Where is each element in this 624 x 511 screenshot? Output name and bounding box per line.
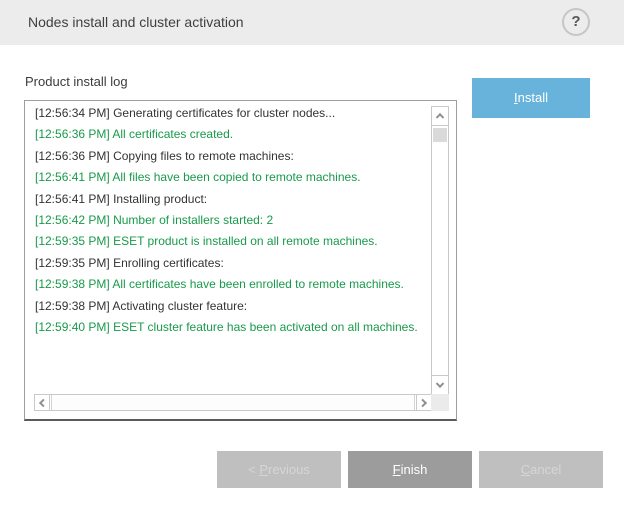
log-timestamp: [12:56:41 PM] — [35, 192, 110, 206]
log-message: Generating certificates for cluster node… — [113, 106, 335, 120]
finish-button[interactable]: Finish — [348, 451, 472, 488]
previous-button[interactable]: < Previous — [217, 451, 341, 488]
log-message: Activating cluster feature: — [112, 299, 247, 313]
log-timestamp: [12:59:35 PM] — [35, 256, 110, 270]
log-timestamp: [12:56:42 PM] — [35, 213, 110, 227]
log-entry: [12:56:41 PM] Installing product: — [35, 189, 445, 210]
log-entry: [12:56:36 PM] Copying files to remote ma… — [35, 146, 445, 167]
log-message: All certificates created. — [112, 127, 233, 141]
help-button[interactable]: ? — [562, 8, 590, 36]
cancel-button[interactable]: Cancel — [479, 451, 603, 488]
log-entry: [12:59:38 PM] All certificates have been… — [35, 274, 445, 295]
log-section-label: Product install log — [25, 74, 128, 89]
log-timestamp: [12:56:36 PM] — [35, 149, 110, 163]
log-timestamp: [12:56:41 PM] — [35, 170, 110, 184]
log-message: All files have been copied to remote mac… — [112, 170, 360, 184]
vertical-scrollbar[interactable] — [431, 106, 449, 395]
log-entry: [12:59:35 PM] Enrolling certificates: — [35, 253, 445, 274]
log-timestamp: [12:59:35 PM] — [35, 234, 110, 248]
log-message: Enrolling certificates: — [113, 256, 224, 270]
chevron-up-icon — [436, 113, 444, 121]
log-entry: [12:56:36 PM] All certificates created. — [35, 124, 445, 145]
log-entry: [12:56:42 PM] Number of installers start… — [35, 210, 445, 231]
chevron-left-icon — [39, 398, 47, 406]
log-entry: [12:56:34 PM] Generating certificates fo… — [35, 103, 445, 124]
wizard-dialog: Nodes install and cluster activation ? P… — [0, 0, 624, 511]
titlebar: Nodes install and cluster activation ? — [0, 0, 624, 45]
question-mark-icon: ? — [571, 13, 580, 30]
horizontal-scrollbar[interactable] — [34, 394, 432, 411]
log-timestamp: [12:56:34 PM] — [35, 106, 110, 120]
log-message: Number of installers started: 2 — [113, 213, 273, 227]
log-message: Installing product: — [113, 192, 207, 206]
scroll-up-button[interactable] — [432, 107, 448, 126]
log-timestamp: [12:56:36 PM] — [35, 127, 110, 141]
log-timestamp: [12:59:40 PM] — [35, 320, 110, 334]
log-entry: [12:59:35 PM] ESET product is installed … — [35, 231, 445, 252]
log-timestamp: [12:59:38 PM] — [35, 299, 110, 313]
log-entry: [12:59:40 PM] ESET cluster feature has b… — [35, 317, 445, 338]
log-message: ESET product is installed on all remote … — [113, 234, 378, 248]
vertical-scroll-thumb[interactable] — [433, 128, 447, 142]
product-install-log[interactable]: [12:56:34 PM] Generating certificates fo… — [24, 100, 457, 421]
log-message: ESET cluster feature has been activated … — [113, 320, 418, 334]
log-timestamp: [12:59:38 PM] — [35, 277, 110, 291]
chevron-right-icon — [419, 398, 427, 406]
install-button[interactable]: Install — [472, 78, 590, 118]
horizontal-scroll-thumb[interactable] — [51, 395, 415, 410]
scroll-right-button[interactable] — [416, 395, 431, 410]
scroll-down-button[interactable] — [432, 375, 448, 394]
log-entry: [12:56:41 PM] All files have been copied… — [35, 167, 445, 188]
scroll-left-button[interactable] — [35, 395, 50, 410]
scrollbar-corner — [431, 394, 449, 411]
chevron-down-icon — [436, 380, 444, 388]
log-message: All certificates have been enrolled to r… — [112, 277, 404, 291]
log-entries: [12:56:34 PM] Generating certificates fo… — [35, 103, 445, 338]
log-entry: [12:59:38 PM] Activating cluster feature… — [35, 296, 445, 317]
log-message: Copying files to remote machines: — [113, 149, 294, 163]
page-title: Nodes install and cluster activation — [28, 0, 244, 45]
